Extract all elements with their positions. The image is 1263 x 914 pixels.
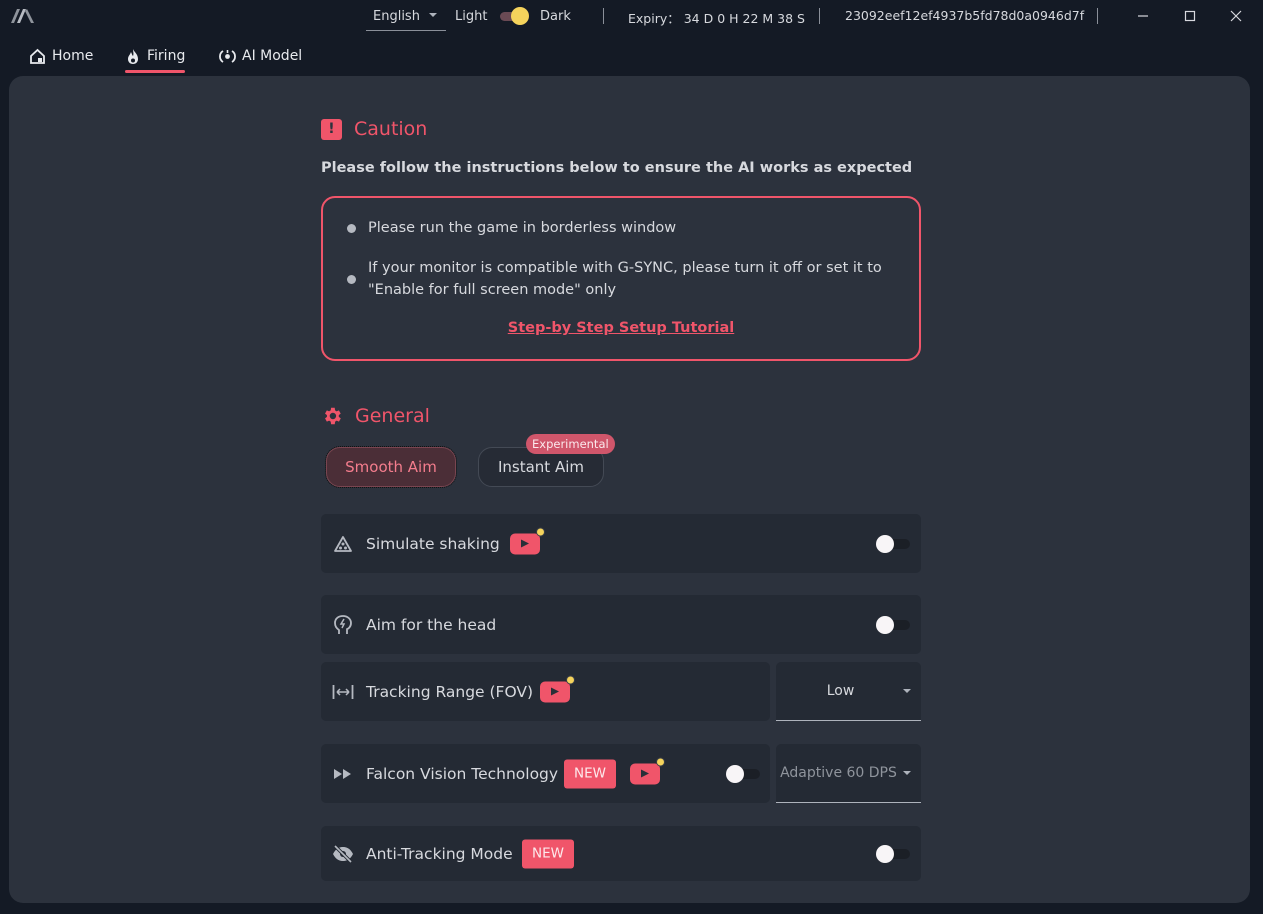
setup-tutorial-link[interactable]: Step-by Step Setup Tutorial xyxy=(323,320,919,336)
home-icon xyxy=(30,48,45,64)
instruction-item: If your monitor is compatible with G-SYN… xyxy=(347,257,907,301)
video-tutorial-button[interactable] xyxy=(540,675,575,702)
simulate-shaking-toggle[interactable] xyxy=(876,534,912,554)
caution-box: Please run the game in borderless window… xyxy=(321,196,921,361)
setting-label: Anti-Tracking Mode xyxy=(366,844,513,863)
experimental-badge: Experimental xyxy=(526,434,615,454)
play-icon xyxy=(551,687,559,695)
toggle-knob xyxy=(726,764,744,783)
instruction-text: Please run the game in borderless window xyxy=(368,220,677,236)
title-bar: English Light Dark Expiry： 34 D 0 H 22 M… xyxy=(0,0,1263,34)
bullet-icon xyxy=(347,274,356,284)
setting-falcon-vision: Falcon Vision Technology NEW xyxy=(321,744,770,803)
shaking-icon xyxy=(332,533,354,555)
theme-light-label: Light xyxy=(455,9,488,24)
license-key: 23092eef12ef4937b5fd78d0a0946d7f xyxy=(845,8,1085,23)
instruction-item: Please run the game in borderless window xyxy=(347,217,676,239)
play-icon xyxy=(641,769,649,777)
setting-aim-for-head: Aim for the head xyxy=(321,595,921,654)
notification-dot xyxy=(566,675,575,684)
active-tab-indicator xyxy=(125,70,186,73)
eye-off-icon xyxy=(332,843,354,865)
new-badge: NEW xyxy=(564,759,616,788)
range-icon xyxy=(332,681,354,703)
toggle-knob xyxy=(876,844,894,863)
chevron-down-icon xyxy=(429,13,437,17)
setting-tracking-range: Tracking Range (FOV) xyxy=(321,662,770,721)
tab-firing[interactable]: Firing xyxy=(125,46,186,73)
new-badge: NEW xyxy=(522,839,574,868)
close-icon xyxy=(1230,10,1242,22)
setting-label: Aim for the head xyxy=(366,615,497,634)
divider xyxy=(1097,8,1098,24)
minimize-icon xyxy=(1138,15,1148,17)
tracking-range-value: Low xyxy=(826,683,855,699)
tab-ai-model[interactable]: AI Model xyxy=(219,46,302,66)
falcon-vision-value: Adaptive 60 DPS xyxy=(780,765,897,781)
instruction-text: If your monitor is compatible with G-SYN… xyxy=(368,260,882,298)
chevron-down-icon xyxy=(903,771,911,775)
ai-model-icon xyxy=(219,49,236,63)
caution-title: Caution xyxy=(354,118,428,140)
theme-dark-label: Dark xyxy=(540,9,571,24)
video-tutorial-button[interactable] xyxy=(630,757,665,784)
aim-for-head-toggle[interactable] xyxy=(876,615,912,635)
tab-home-label: Home xyxy=(52,48,94,64)
divider xyxy=(819,8,820,24)
notification-dot xyxy=(656,757,665,766)
video-tutorial-button[interactable] xyxy=(510,527,545,554)
falcon-vision-toggle[interactable] xyxy=(726,764,762,784)
smooth-aim-button[interactable]: Smooth Aim xyxy=(325,446,457,488)
setting-label: Falcon Vision Technology xyxy=(366,764,559,783)
caution-subtitle: Please follow the instructions below to … xyxy=(321,160,913,176)
expiry-countdown: Expiry： 34 D 0 H 22 M 38 S xyxy=(628,11,805,26)
close-button[interactable] xyxy=(1221,4,1251,28)
language-value: English xyxy=(373,9,420,24)
chevron-down-icon xyxy=(903,689,911,693)
setting-anti-tracking: Anti-Tracking Mode NEW xyxy=(321,826,921,881)
caution-heading: ! Caution xyxy=(321,118,427,140)
tab-firing-label: Firing xyxy=(147,48,186,64)
notification-dot xyxy=(536,527,545,536)
alert-icon: ! xyxy=(321,118,342,140)
divider xyxy=(603,8,604,24)
tab-ai-model-label: AI Model xyxy=(242,48,303,64)
tracking-range-select[interactable]: Low xyxy=(776,662,921,721)
setting-simulate-shaking: Simulate shaking xyxy=(321,514,921,573)
bullet-icon xyxy=(347,223,356,233)
maximize-button[interactable] xyxy=(1175,4,1205,28)
falcon-vision-select[interactable]: Adaptive 60 DPS xyxy=(776,744,921,803)
main-nav: Home Firing AI Model xyxy=(0,40,400,73)
general-heading: General xyxy=(321,405,430,427)
tab-home[interactable]: Home xyxy=(29,46,93,66)
setting-label: Tracking Range (FOV) xyxy=(366,682,534,701)
maximize-icon xyxy=(1184,10,1196,22)
general-title: General xyxy=(355,405,430,427)
fire-icon xyxy=(128,48,138,64)
minimize-button[interactable] xyxy=(1128,4,1158,28)
fast-forward-icon xyxy=(332,763,354,785)
app-logo xyxy=(11,9,34,23)
setting-label: Simulate shaking xyxy=(366,534,500,553)
firing-panel: ! Caution Please follow the instructions… xyxy=(9,76,1250,903)
toggle-knob xyxy=(876,534,894,553)
theme-toggle-knob xyxy=(511,7,529,25)
anti-tracking-toggle[interactable] xyxy=(876,844,912,864)
head-icon xyxy=(332,614,354,636)
play-icon xyxy=(521,539,529,547)
gear-icon xyxy=(325,407,341,425)
theme-toggle[interactable] xyxy=(498,7,532,25)
language-select[interactable]: English xyxy=(366,4,446,31)
toggle-knob xyxy=(876,615,894,634)
